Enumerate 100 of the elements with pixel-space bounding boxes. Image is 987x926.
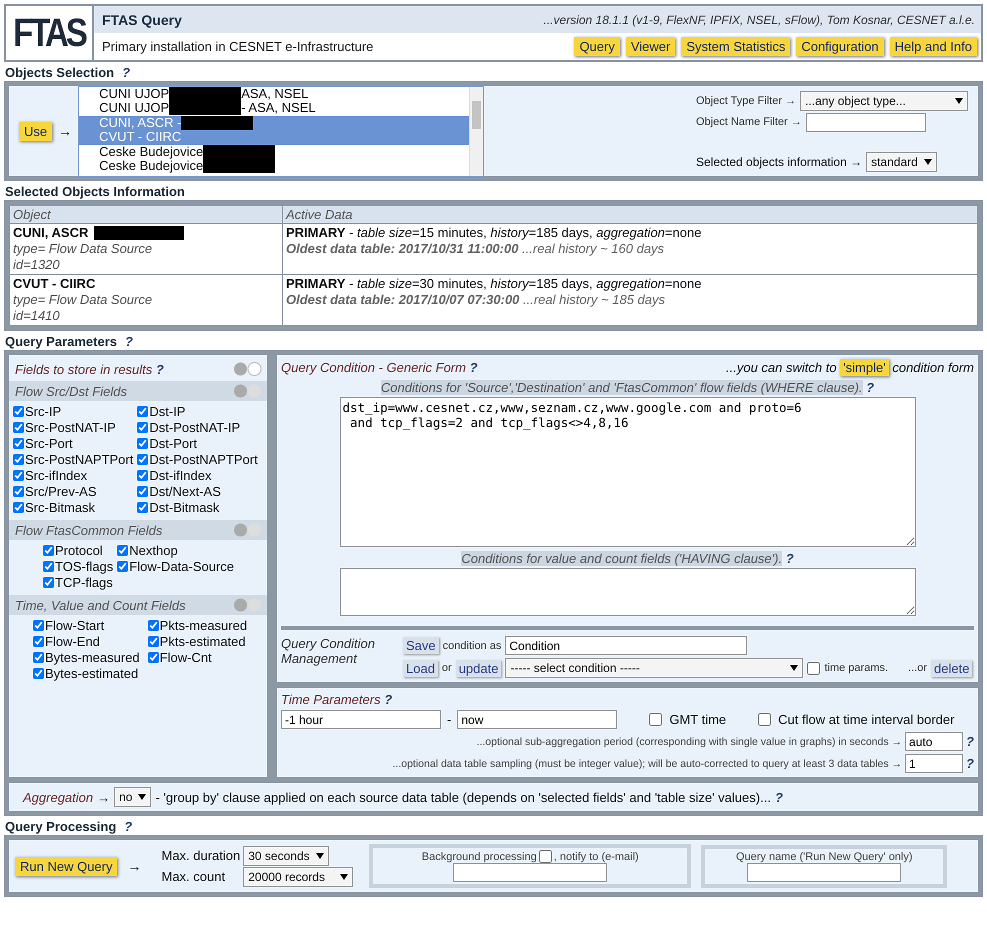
checkbox-label: Dst-IP [149, 404, 186, 419]
field-checkbox[interactable] [117, 561, 128, 572]
list-item[interactable]: Ceske Budejovice [79, 144, 470, 159]
update-button[interactable]: update [456, 660, 502, 676]
field-checkbox[interactable] [148, 620, 159, 631]
query-name-field[interactable] [747, 862, 902, 882]
help-link[interactable]: ? [122, 65, 130, 80]
nav-button[interactable]: Viewer [626, 37, 676, 56]
save-button[interactable]: Save [403, 637, 439, 654]
field-checkbox[interactable] [137, 470, 148, 481]
field-label: Conditions for value and count fields ('HAVING clause'). [461, 551, 782, 566]
field-checkbox[interactable] [137, 486, 148, 497]
field-checkbox[interactable] [33, 620, 44, 631]
field-label: , notify to (e-mail) [554, 850, 639, 862]
background-checkbox[interactable] [538, 850, 552, 863]
object-name: CVUT - CIIRC [13, 276, 96, 292]
field-checkbox[interactable] [137, 454, 148, 465]
object-id: id=1410 [13, 308, 61, 324]
checkbox-label: Dst-PostNAPTPort [149, 452, 258, 467]
help-link[interactable]: ? [156, 362, 164, 376]
sampling-field[interactable]: 1 [905, 754, 964, 773]
nav-button[interactable]: Help and Info [890, 37, 977, 56]
help-link[interactable]: ? [125, 334, 133, 349]
help-link[interactable]: ? [866, 380, 874, 395]
help-link[interactable]: ? [384, 692, 392, 707]
where-condition-field[interactable]: dst_ip=www.cesnet.cz,www,seznam.cz,www.google.com and proto=6 and tcp_flags=2 and tcp_flags<>4,8,16 [340, 397, 916, 547]
field-checkbox[interactable] [13, 470, 24, 481]
field-checkbox[interactable] [137, 422, 148, 433]
switch-text: condition form [892, 360, 974, 375]
list-item[interactable]: CUNI UJOP - ASA, NSEL [79, 101, 470, 116]
field-checkbox[interactable] [117, 545, 128, 556]
arrow-text: → [58, 123, 72, 139]
help-link[interactable]: ? [966, 734, 974, 749]
list-item[interactable]: CUNI UJOP ASA, NSEL [79, 86, 470, 101]
caret-icon [316, 852, 324, 858]
having-condition-field[interactable] [340, 568, 916, 616]
aggregation-select[interactable]: no [114, 787, 152, 807]
duration-select[interactable]: 30 seconds [243, 846, 329, 866]
use-button[interactable]: Use [19, 122, 52, 140]
object-listbox[interactable]: CUNI UJOP ASA, NSEL CUNI UJOP - ASA, NSEL CUNI, ASCR - CVUT - CIIRC Ceske Budejovice Ceske Budejovice [78, 86, 484, 176]
help-link[interactable]: ? [786, 551, 794, 566]
help-link[interactable]: ? [470, 360, 478, 375]
condition-name-field[interactable]: Condition [505, 636, 748, 655]
toggle-icon[interactable] [233, 597, 263, 613]
help-link[interactable]: ? [966, 756, 974, 771]
field-checkbox[interactable] [43, 545, 54, 556]
field-checkbox[interactable] [43, 577, 54, 588]
field-checkbox[interactable] [33, 668, 44, 679]
field-checkbox[interactable] [13, 454, 24, 465]
field-checkbox[interactable] [148, 636, 159, 647]
toggle-icon[interactable] [233, 383, 263, 399]
checkbox-label: TOS-flags [55, 559, 114, 574]
field-checkbox[interactable] [137, 502, 148, 513]
field-checkbox[interactable] [148, 652, 159, 663]
field-checkbox[interactable] [13, 406, 24, 417]
sub-aggregation-field[interactable]: auto [905, 732, 964, 751]
email-field[interactable] [453, 863, 608, 882]
field-checkbox[interactable] [13, 438, 24, 449]
checkbox-label: Flow-Data-Source [129, 559, 234, 574]
option-label: ...optional sub-aggregation period (corresponding with single value in graphs) in seconds → [476, 736, 902, 748]
scroll-bar[interactable] [469, 86, 484, 176]
load-button[interactable]: Load [403, 660, 438, 676]
nav-button[interactable]: System Statistics [681, 37, 790, 56]
time-params-checkbox[interactable] [807, 662, 820, 674]
list-item[interactable]: Ceske Budejovice [79, 159, 470, 174]
info-select[interactable]: standard [866, 152, 937, 172]
field-checkbox[interactable] [137, 438, 148, 449]
checkbox-label: Cut flow at time interval border [778, 712, 954, 727]
delete-button[interactable]: delete [931, 660, 972, 676]
time-from-field[interactable]: -1 hour [281, 710, 441, 729]
field-checkbox[interactable] [33, 652, 44, 663]
run-query-button[interactable]: Run New Query [15, 856, 118, 876]
time-to-field[interactable]: now [457, 710, 618, 729]
caret-icon [790, 665, 798, 671]
section-heading: Query Processing [5, 819, 116, 834]
gmt-checkbox[interactable] [649, 713, 662, 726]
text-label: ...or [908, 662, 927, 674]
nav-button[interactable]: Configuration [796, 37, 884, 56]
field-checkbox[interactable] [43, 561, 54, 572]
object-name: CUNI, ASCR [13, 225, 88, 241]
checkbox-label: Dst-Port [149, 436, 198, 451]
section-heading: Query Parameters [5, 334, 118, 349]
field-checkbox[interactable] [13, 422, 24, 433]
field-checkbox[interactable] [13, 486, 24, 497]
field-checkbox[interactable] [33, 636, 44, 647]
count-select[interactable]: 20000 records [243, 866, 354, 886]
condition-select[interactable]: ----- select condition ----- [505, 658, 804, 678]
name-filter-field[interactable] [806, 112, 926, 132]
cut-flow-checkbox[interactable] [758, 713, 772, 726]
nav-button[interactable]: Query [574, 37, 620, 56]
help-link[interactable]: ? [774, 790, 783, 804]
field-checkbox[interactable] [13, 502, 24, 513]
simple-button[interactable]: 'simple' [840, 359, 889, 376]
toggle-icon[interactable] [233, 522, 263, 538]
active-data-text: PRIMARY - table size=30 minutes, history=185 days, aggregation=none [286, 276, 702, 292]
help-link[interactable]: ? [124, 819, 132, 834]
caret-icon [138, 794, 146, 800]
toggle-icon[interactable] [233, 361, 263, 377]
field-checkbox[interactable] [137, 406, 148, 417]
type-filter-select[interactable]: ...any object type... [800, 90, 968, 110]
